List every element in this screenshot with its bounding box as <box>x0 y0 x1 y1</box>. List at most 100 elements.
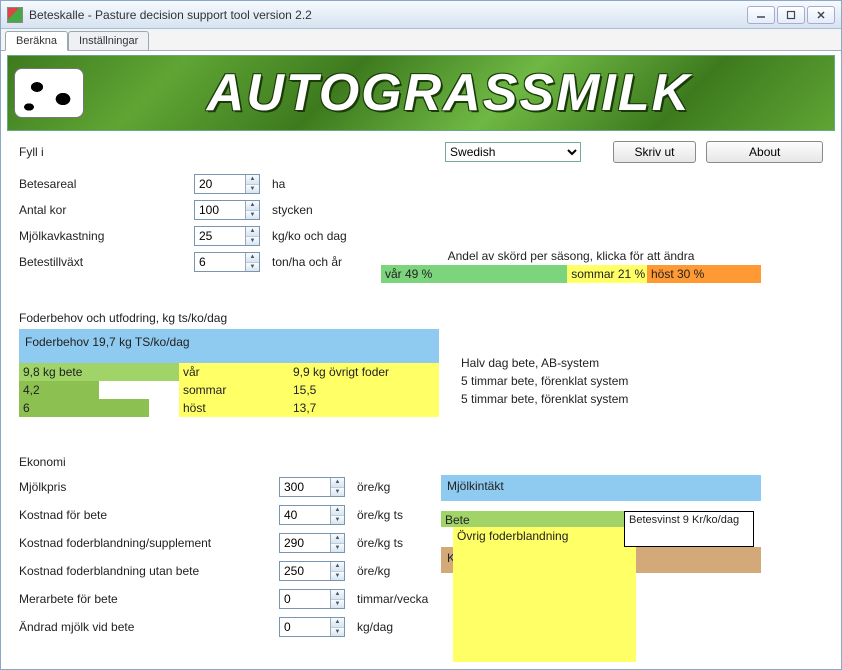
top-row: Fyll i Swedish Skriv ut About <box>19 141 823 163</box>
label-milk-price: Mjölkpris <box>19 480 279 494</box>
feed-other: 15,5 <box>289 381 439 399</box>
econ-bete: Bete <box>441 511 624 527</box>
arrow-up-icon[interactable]: ▲ <box>246 175 259 185</box>
about-button[interactable]: About <box>706 141 823 163</box>
window-title: Beteskalle - Pasture decision support to… <box>29 8 747 22</box>
feed-row-0: 9,8 kg bete vår 9,9 kg övrigt foder <box>19 363 439 381</box>
tab-calculate[interactable]: Beräkna <box>5 31 68 51</box>
arrow-down-icon[interactable]: ▼ <box>246 237 259 246</box>
season-share: Andel av skörd per säsong, klicka för at… <box>381 249 761 283</box>
arrow-up-icon[interactable]: ▲ <box>246 253 259 263</box>
econ-vinst: Betesvinst 9 Kr/ko/dag <box>624 511 754 547</box>
spinner-extra-work[interactable]: ▲▼ <box>279 589 345 609</box>
spinner-cost-pasture[interactable]: ▲▼ <box>279 505 345 525</box>
feed-note-0: Halv dag bete, AB-system <box>461 356 599 370</box>
input-milk-change[interactable] <box>280 618 330 636</box>
unit-cost-mix: öre/kg ts <box>357 536 403 550</box>
input-cows[interactable] <box>195 201 245 219</box>
spinner-milk-change[interactable]: ▲▼ <box>279 617 345 637</box>
feed-note-2: 5 timmar bete, förenklat system <box>461 392 628 406</box>
label-milk-change: Ändrad mjölk vid bete <box>19 620 279 634</box>
input-extra-work[interactable] <box>280 590 330 608</box>
arrow-down-icon[interactable]: ▼ <box>246 211 259 220</box>
economy-chart: Mjölkintäkt Bete Övrig foderblandning Be… <box>441 475 761 573</box>
arrow-down-icon[interactable]: ▼ <box>331 600 344 609</box>
row-yield: Mjölkavkastning ▲▼ kg/ko och dag <box>19 223 823 249</box>
arrow-up-icon[interactable]: ▲ <box>331 534 344 544</box>
input-cost-mix[interactable] <box>280 534 330 552</box>
spinner-cost-mix-no[interactable]: ▲▼ <box>279 561 345 581</box>
feed-row-1: 4,2 sommar 15,5 <box>19 381 439 399</box>
unit-milk-change: kg/dag <box>357 620 393 634</box>
arrow-up-icon[interactable]: ▲ <box>246 201 259 211</box>
season-bar[interactable]: vår 49 % sommar 21 % höst 30 % <box>381 265 761 283</box>
econ-milk-income: Mjölkintäkt <box>441 475 761 501</box>
arrow-down-icon[interactable]: ▼ <box>331 516 344 525</box>
spinner-milk-price[interactable]: ▲▼ <box>279 477 345 497</box>
input-cost-pasture[interactable] <box>280 506 330 524</box>
feed-other: 13,7 <box>289 399 439 417</box>
arrow-down-icon[interactable]: ▼ <box>246 185 259 194</box>
season-spring[interactable]: vår 49 % <box>381 265 567 283</box>
unit-yield: kg/ko och dag <box>272 229 347 243</box>
spinner-cows[interactable]: ▲▼ <box>194 200 260 220</box>
label-cows: Antal kor <box>19 203 194 217</box>
maximize-button[interactable] <box>777 6 805 24</box>
arrow-down-icon[interactable]: ▼ <box>331 628 344 637</box>
label-growth: Betestillväxt <box>19 255 194 269</box>
banner: AUTOGRASSMILK <box>7 55 835 131</box>
feed-season: höst <box>179 399 289 417</box>
fill-in-label: Fyll i <box>19 145 445 159</box>
spinner-cost-mix[interactable]: ▲▼ <box>279 533 345 553</box>
feed-bete: 4,2 <box>19 381 99 399</box>
feed-bete: 6 <box>19 399 149 417</box>
language-select[interactable]: Swedish <box>445 142 581 162</box>
app-window: Beteskalle - Pasture decision support to… <box>0 0 842 670</box>
spinner-area[interactable]: ▲ ▼ <box>194 174 260 194</box>
season-autumn[interactable]: höst 30 % <box>647 265 761 283</box>
unit-cost-mix-no: öre/kg <box>357 564 390 578</box>
feed-header: Foderbehov 19,7 kg TS/ko/dag <box>19 329 439 363</box>
feed-season: vår <box>179 363 289 381</box>
app-icon <box>7 7 23 23</box>
season-summer[interactable]: sommar 21 % <box>567 265 647 283</box>
row-cows: Antal kor ▲▼ stycken <box>19 197 823 223</box>
close-button[interactable] <box>807 6 835 24</box>
arrow-up-icon[interactable]: ▲ <box>331 618 344 628</box>
input-area[interactable] <box>195 175 245 193</box>
input-yield[interactable] <box>195 227 245 245</box>
unit-growth: ton/ha och år <box>272 255 342 269</box>
arrow-up-icon[interactable]: ▲ <box>331 590 344 600</box>
print-button[interactable]: Skriv ut <box>613 141 697 163</box>
arrow-down-icon[interactable]: ▼ <box>331 544 344 553</box>
arrow-up-icon[interactable]: ▲ <box>331 478 344 488</box>
arrow-down-icon[interactable]: ▼ <box>246 263 259 272</box>
tab-settings[interactable]: Inställningar <box>68 31 149 50</box>
arrow-up-icon[interactable]: ▲ <box>246 227 259 237</box>
minimize-button[interactable] <box>747 6 775 24</box>
unit-area: ha <box>272 177 285 191</box>
row-extra-work: Merarbete för bete ▲▼ timmar/vecka <box>19 585 823 613</box>
feed-table: Foderbehov 19,7 kg TS/ko/dag 9,8 kg bete… <box>19 329 439 417</box>
input-cost-mix-no[interactable] <box>280 562 330 580</box>
economy-title: Ekonomi <box>19 455 823 469</box>
feed-bete: 9,8 kg bete <box>19 363 179 381</box>
feed-season: sommar <box>179 381 289 399</box>
feed-note-1: 5 timmar bete, förenklat system <box>461 374 628 388</box>
cow-image <box>14 68 84 118</box>
spinner-growth[interactable]: ▲▼ <box>194 252 260 272</box>
arrow-up-icon[interactable]: ▲ <box>331 506 344 516</box>
minimize-icon <box>756 10 766 20</box>
input-milk-price[interactable] <box>280 478 330 496</box>
label-yield: Mjölkavkastning <box>19 229 194 243</box>
input-growth[interactable] <box>195 253 245 271</box>
arrow-up-icon[interactable]: ▲ <box>331 562 344 572</box>
arrow-down-icon[interactable]: ▼ <box>331 572 344 581</box>
econ-cost-row: Bete Övrig foderblandning Betesvinst 9 K… <box>441 511 761 547</box>
tab-strip: Beräkna Inställningar <box>1 29 841 51</box>
feed-row-2: 6 höst 13,7 <box>19 399 439 417</box>
spinner-yield[interactable]: ▲▼ <box>194 226 260 246</box>
label-cost-mix: Kostnad foderblandning/supplement <box>19 536 279 550</box>
content-area: Fyll i Swedish Skriv ut About Betesareal… <box>1 131 841 669</box>
arrow-down-icon[interactable]: ▼ <box>331 488 344 497</box>
